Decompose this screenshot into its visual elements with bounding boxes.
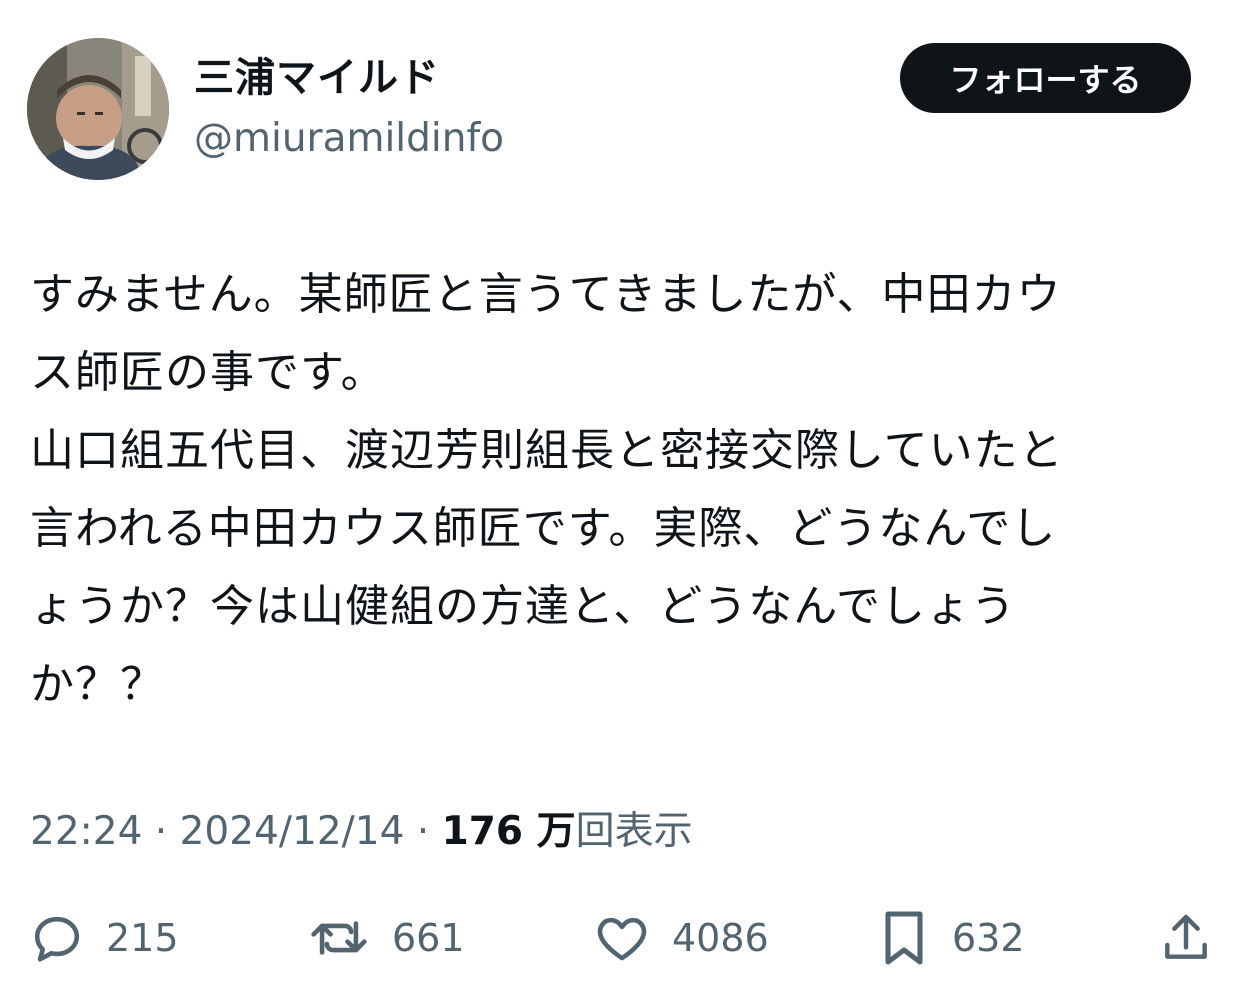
retweet-button[interactable]: 661 <box>306 900 465 976</box>
share-button[interactable] <box>1158 900 1214 976</box>
avatar[interactable] <box>27 38 169 180</box>
bookmark-icon <box>885 911 923 965</box>
like-button[interactable]: 4086 <box>592 900 769 976</box>
reply-count: 215 <box>106 916 179 960</box>
like-count: 4086 <box>672 916 769 960</box>
tweet-line: か？？ <box>30 659 165 710</box>
meta-separator: · <box>404 809 442 854</box>
reply-button[interactable]: 215 <box>28 900 179 976</box>
author-display-name[interactable]: 三浦マイルド <box>194 52 440 104</box>
tweet-line: ス師匠の事です。 <box>30 347 386 398</box>
share-icon <box>1165 914 1207 959</box>
author-handle[interactable]: @miuramildinfo <box>194 114 504 164</box>
tweet-line: 山口組五代目、渡辺芳則組長と密接交際していたと <box>30 425 1064 476</box>
tweet-line: すみません。某師匠と言うてきましたが、中田カウ <box>30 269 1062 320</box>
tweet-meta: 22:24 · 2024/12/14 · 176 万回表示 <box>30 806 693 858</box>
tweet-line: ょうか？今は山健組の方達と、どうなんでしょう <box>30 581 1017 632</box>
action-bar: 215 661 4086 632 <box>0 900 1242 976</box>
tweet-date[interactable]: 2024/12/14 <box>180 809 405 854</box>
follow-button[interactable]: フォローする <box>900 43 1191 113</box>
meta-separator: · <box>142 809 180 854</box>
views-count: 176 万 <box>441 809 576 854</box>
tweet-text: すみません。某師匠と言うてきましたが、中田カウ ス師匠の事です。 山口組五代目、… <box>30 256 1205 724</box>
retweet-icon <box>311 921 367 955</box>
bookmark-button[interactable]: 632 <box>876 900 1025 976</box>
views-label: 回表示 <box>575 809 693 854</box>
tweet-time[interactable]: 22:24 <box>30 809 142 854</box>
profile-photo-icon <box>27 38 169 180</box>
reply-icon <box>34 916 80 962</box>
heart-icon <box>597 917 647 961</box>
tweet-line: 言われる中田カウス師匠です。実際、どうなんでし <box>30 503 1057 554</box>
retweet-count: 661 <box>392 916 465 960</box>
bookmark-count: 632 <box>952 916 1025 960</box>
